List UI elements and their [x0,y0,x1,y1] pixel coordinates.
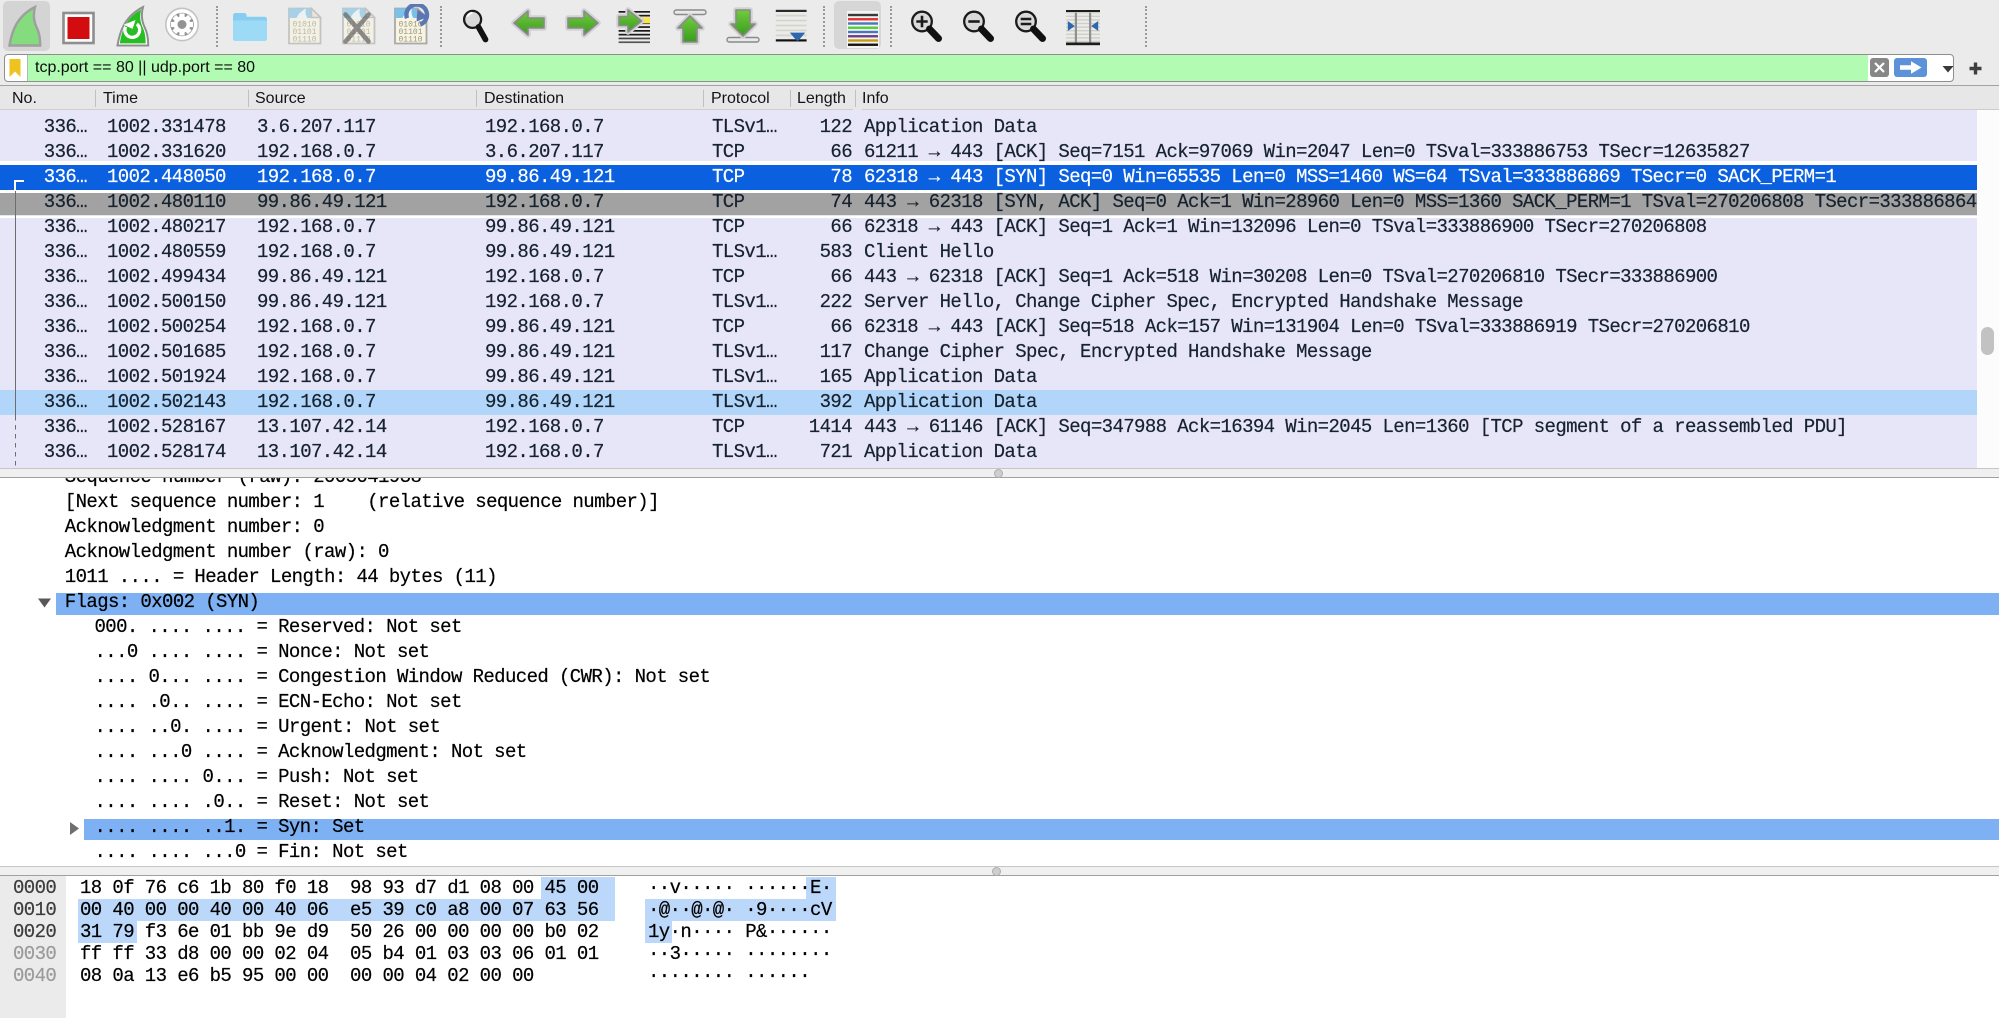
svg-text:01110: 01110 [399,36,423,45]
svg-text:01110: 01110 [293,36,317,45]
